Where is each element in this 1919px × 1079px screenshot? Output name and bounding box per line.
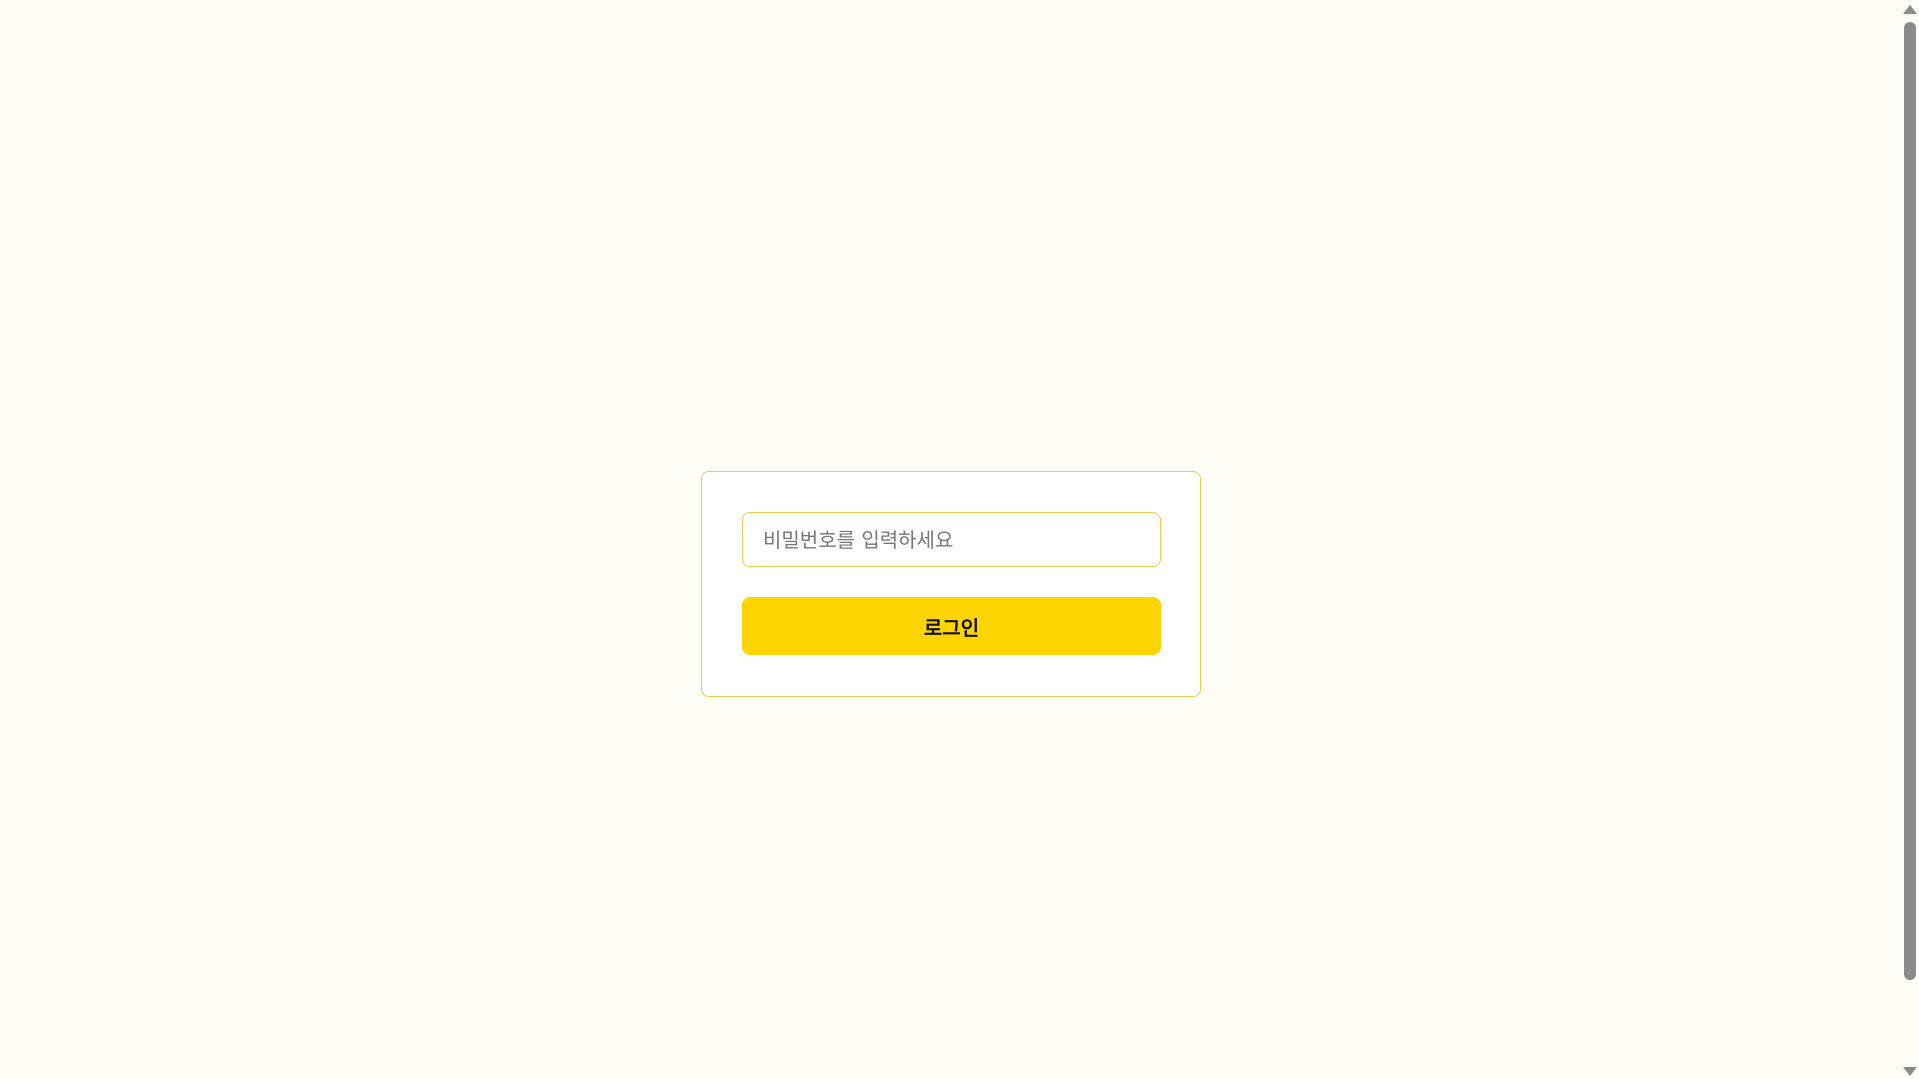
scroll-thumb[interactable]: [1904, 22, 1916, 980]
vertical-scrollbar[interactable]: [1900, 0, 1919, 1079]
password-input[interactable]: [742, 512, 1161, 567]
login-button[interactable]: 로그인: [742, 597, 1161, 655]
scroll-down-arrow-icon[interactable]: [1903, 1067, 1917, 1076]
page-viewport: 로그인: [0, 0, 1900, 1079]
scroll-up-arrow-icon[interactable]: [1903, 5, 1917, 14]
login-card: 로그인: [701, 471, 1201, 697]
